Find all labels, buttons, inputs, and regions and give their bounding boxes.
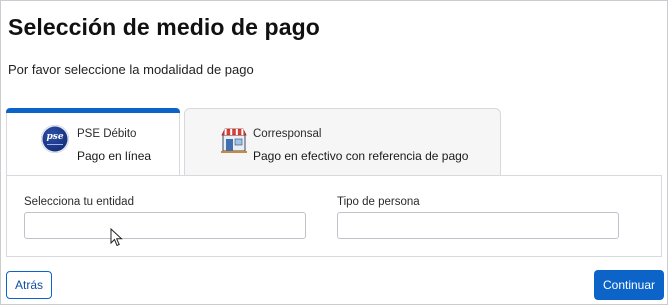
tab-pse-title: PSE Débito: [77, 128, 137, 140]
tab-pse-subtitle: Pago en línea: [77, 149, 152, 163]
tab-pse-text: PSE Débito Pago en línea: [77, 127, 151, 163]
tab-corresponsal-title: Corresponsal: [253, 128, 322, 140]
continue-button[interactable]: Continuar: [594, 270, 664, 300]
selected-tab-indicator: [6, 108, 180, 113]
tipo-persona-label: Tipo de persona: [337, 196, 420, 208]
tipo-persona-select[interactable]: [337, 212, 619, 239]
entidad-label: Selecciona tu entidad: [24, 196, 134, 208]
pse-logo-text: pse: [46, 132, 64, 142]
page-title: Selección de medio de pago: [8, 14, 320, 40]
tab-corresponsal-text: Corresponsal Pago en efectivo con refere…: [253, 127, 468, 163]
page-subtitle: Por favor seleccione la modalidad de pag…: [8, 62, 254, 77]
mouse-cursor-icon: [110, 228, 123, 247]
pse-logo-underline: [47, 144, 63, 145]
back-button[interactable]: Atrás: [6, 271, 52, 299]
entidad-select[interactable]: [24, 212, 306, 239]
pse-logo-icon: pse: [41, 125, 69, 153]
tab-corresponsal-subtitle: Pago en efectivo con referencia de pago: [253, 149, 469, 163]
payment-form-panel: Selecciona tu entidad Tipo de persona: [6, 175, 662, 257]
tab-pse-debito[interactable]: pse PSE Débito Pago en línea: [6, 108, 180, 176]
store-icon: [221, 128, 247, 153]
tab-corresponsal[interactable]: Corresponsal Pago en efectivo con refere…: [184, 108, 501, 176]
